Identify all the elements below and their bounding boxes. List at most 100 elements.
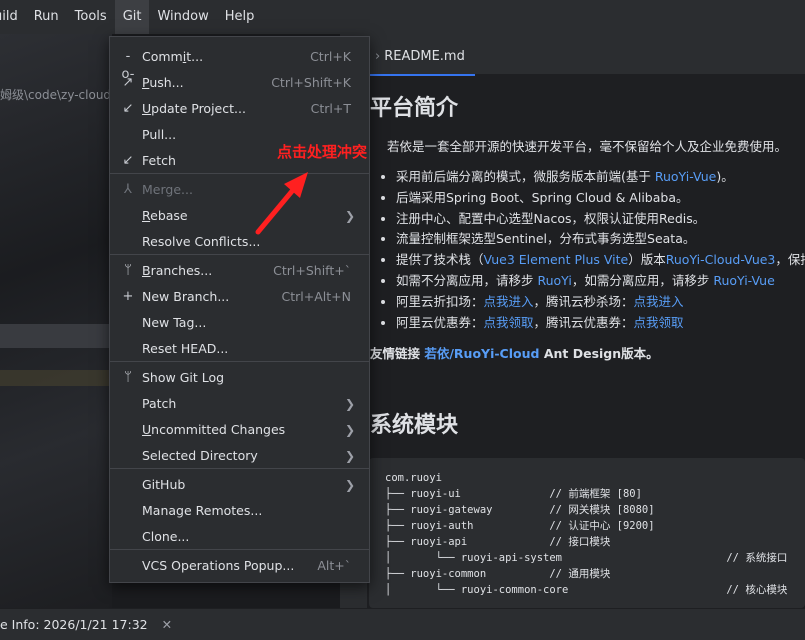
feature-item: 流量控制框架选型Sentinel，分布式事务选型Seata。 [396,229,805,250]
menu-item-rebase[interactable]: Rebase ❯ [110,203,369,229]
code-line: ├── ruoyi-api // 接口模块 [385,536,611,548]
menu-item-label: Merge... [142,182,193,197]
feature-text: ，如需分离应用，请移步 [571,272,714,288]
friend-link[interactable]: 若依/RuoYi-Cloud [424,346,539,361]
menu-item-shortcut: Ctrl+K [310,49,351,64]
menu-item-clone[interactable]: Clone... [110,524,369,550]
menu-item-label: GitHub [142,477,186,492]
menu-help[interactable]: Help [217,0,263,34]
menu-item-label: New Branch... [142,289,230,304]
feature-link[interactable]: RuoYi-Cloud-Vue3 [666,252,776,267]
chevron-right-icon: ❯ [344,423,355,437]
feature-link[interactable]: 点我领取 [634,315,684,330]
code-line: ├── ruoyi-ui // 前端框架 [80] [385,488,642,500]
code-line: com.ruoyi [385,472,442,484]
menu-item-branches[interactable]: ᛘ Branches... Ctrl+Shift+` [110,258,369,284]
menu-item-uncommitted-changes[interactable]: Uncommitted Changes ❯ [110,417,369,443]
code-line: ├── ruoyi-gateway // 网关模块 [8080] [385,504,655,516]
feature-text: 如需不分离应用，请移步 [396,272,538,288]
menu-item-update-project[interactable]: ↙ Update Project... Ctrl+T [110,96,369,122]
editor-tab-bar: › README.md [367,34,805,76]
menu-item-label: Commit... [142,49,204,64]
feature-link[interactable]: Vue3 Element Plus Vite [484,252,629,267]
intro-paragraph: 若依是一套全部开源的快速开发平台，毫不保留给个人及企业免费使用。 [387,139,788,154]
menu-item-label: Reset HEAD... [142,341,229,356]
menu-item-shortcut: Ctrl+Shift+` [273,263,351,278]
menu-item-reset-head[interactable]: Reset HEAD... [110,336,369,362]
chevron-right-icon: ❯ [344,397,355,411]
new-branch-icon: + [122,289,134,304]
annotation-text: 点击处理冲突 [277,143,368,161]
menu-item-label: Update Project... [142,101,246,116]
code-content: com.ruoyi ├── ruoyi-ui // 前端框架 [80] ├── ru… [369,458,805,598]
feature-text: ，腾讯云优惠券： [533,314,634,330]
tab-label: README.md [384,49,465,64]
menu-item-selected-directory[interactable]: Selected Directory ❯ [110,443,369,469]
friend-prefix: 友情链接 [370,346,425,362]
friend-link-line: 友情链接 若依/RuoYi-Cloud Ant Design版本。 [370,343,805,362]
menu-item-show-git-log[interactable]: ᛘ Show Git Log [110,365,369,391]
menu-item-label: Fetch [142,153,176,168]
menu-git[interactable]: Git [114,0,150,34]
status-text: e Info: 2026/1/21 17:32 [0,617,148,632]
menu-item-resolve-conflicts[interactable]: Resolve Conflicts... [110,229,369,255]
feature-link[interactable]: 点我领取 [484,315,534,330]
feature-link[interactable]: RuoYi-Vue [655,169,716,184]
feature-text: 注册中心、配置中心选型Nacos，权限认证使用Redis。 [396,210,706,226]
feature-item: 采用前后端分离的模式，微服务版本前端(基于 RuoYi-Vue)。 [396,167,805,188]
menu-window[interactable]: Window [149,0,216,34]
feature-link[interactable]: RuoYi [537,273,571,288]
markdown-editor: › README.md 平台简介 若依是一套全部开源的快速开发平台，毫不保留给个人… [367,34,805,608]
feature-text: 阿里云优惠券： [396,314,484,330]
menu-item-commit[interactable]: -o- Commit... Ctrl+K [110,44,369,82]
feature-text: 提供了技术栈（ [396,252,484,268]
code-line: │ └── ruoyi-common-core // 核心模块 [385,584,788,596]
menu-item-manage-remotes[interactable]: Manage Remotes... [110,498,369,524]
panel-background [0,34,112,608]
push-icon: ↗ [122,75,134,90]
update-project-icon: ↙ [122,101,134,116]
feature-item: 后端采用Spring Boot、Spring Cloud & Alibaba。 [396,188,805,209]
tab-readme[interactable]: › README.md [367,34,475,76]
code-line: │ └── ruoyi-api-system // 系统接口 [385,552,788,564]
feature-link[interactable]: 点我进入 [484,294,534,309]
selected-tree-row[interactable] [0,324,112,348]
menu-item-vcs-operations-popup[interactable]: VCS Operations Popup... Alt+` [110,553,369,579]
feature-text: 阿里云折扣场： [396,293,484,309]
feature-link[interactable]: 点我进入 [634,294,684,309]
code-block: com.ruoyi ├── ruoyi-ui // 前端框架 [80] ├── ru… [369,458,805,608]
feature-link[interactable]: RuoYi-Vue [713,273,774,288]
menu-item-label: Rebase [142,208,188,223]
menu-run[interactable]: Run [26,0,67,34]
feature-text: 采用前后端分离的模式，微服务版本前端(基于 [396,169,655,184]
menu-item-new-tag[interactable]: New Tag... [110,310,369,336]
commit-icon: -o- [121,49,135,82]
menu-build[interactable]: uild [0,0,26,34]
menu-item-shortcut: Ctrl+T [310,101,351,116]
menu-item-label: Show Git Log [142,370,225,385]
markdown-preview: 平台简介 若依是一套全部开源的快速开发平台，毫不保留给个人及企业免费使用。 采用… [370,90,805,362]
menu-item-push[interactable]: ↗ Push... Ctrl+Shift+K [110,70,369,96]
feature-text: )。 [716,169,734,184]
feature-item: 阿里云折扣场：点我进入，腾讯云秒杀场：点我进入 [396,292,805,313]
menu-item-shortcut: Ctrl+Shift+K [271,75,351,90]
feature-item: 阿里云优惠券：点我领取，腾讯云优惠券：点我领取 [396,313,805,334]
highlighted-tree-row[interactable] [0,370,112,386]
feature-list: 采用前后端分离的模式，微服务版本前端(基于 RuoYi-Vue)。后端采用Spr… [370,167,805,333]
fetch-icon: ↙ [122,153,134,168]
chevron-right-icon: ❯ [344,449,355,463]
menu-tools[interactable]: Tools [67,0,115,34]
menu-item-new-branch[interactable]: + New Branch... Ctrl+Alt+N [110,284,369,310]
menu-item-label: Patch [142,396,177,411]
menu-item-patch[interactable]: Patch ❯ [110,391,369,417]
feature-item: 提供了技术栈（Vue3 Element Plus Vite）版本RuoYi-Cl… [396,250,805,271]
close-icon[interactable]: ✕ [162,617,172,632]
branches-icon: ᛘ [124,263,132,278]
project-path: 姆级\code\zy-cloud [0,88,112,102]
heading-platform-intro: 平台简介 [370,96,459,121]
chevron-right-icon: ❯ [344,478,355,492]
menu-item-shortcut: Ctrl+Alt+N [281,289,351,304]
status-bar: e Info: 2026/1/21 17:32 ✕ [0,608,805,640]
menu-item-label: Manage Remotes... [142,503,263,518]
menu-item-github[interactable]: GitHub ❯ [110,472,369,498]
